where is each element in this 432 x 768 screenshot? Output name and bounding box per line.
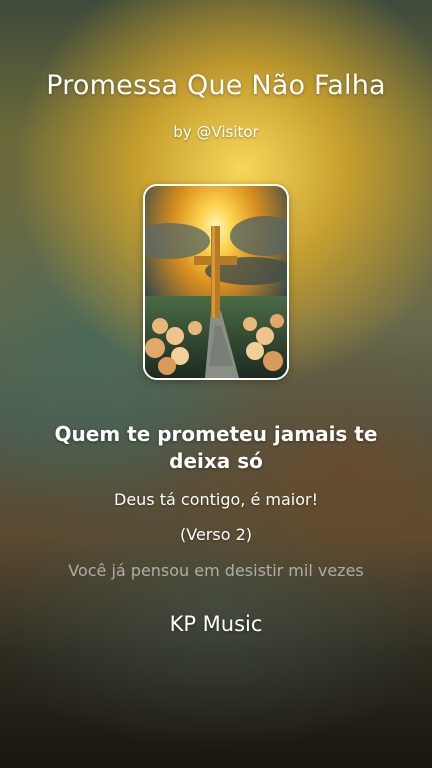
album-cover[interactable] [143,184,289,380]
next-lyric-line: Deus tá contigo, é maior! [114,490,318,509]
artist-name[interactable]: KP Music [0,612,432,636]
author-handle[interactable]: by @Visitor [0,123,432,141]
song-title: Promessa Que Não Falha [46,70,386,101]
cross-sunset-cover-art [145,186,287,378]
verse-marker: (Verso 2) [180,525,252,544]
current-lyric-line: Quem te prometeu jamais te deixa só [54,422,378,473]
upcoming-lyric-line: Você já pensou em desistir mil vezes [68,561,364,580]
